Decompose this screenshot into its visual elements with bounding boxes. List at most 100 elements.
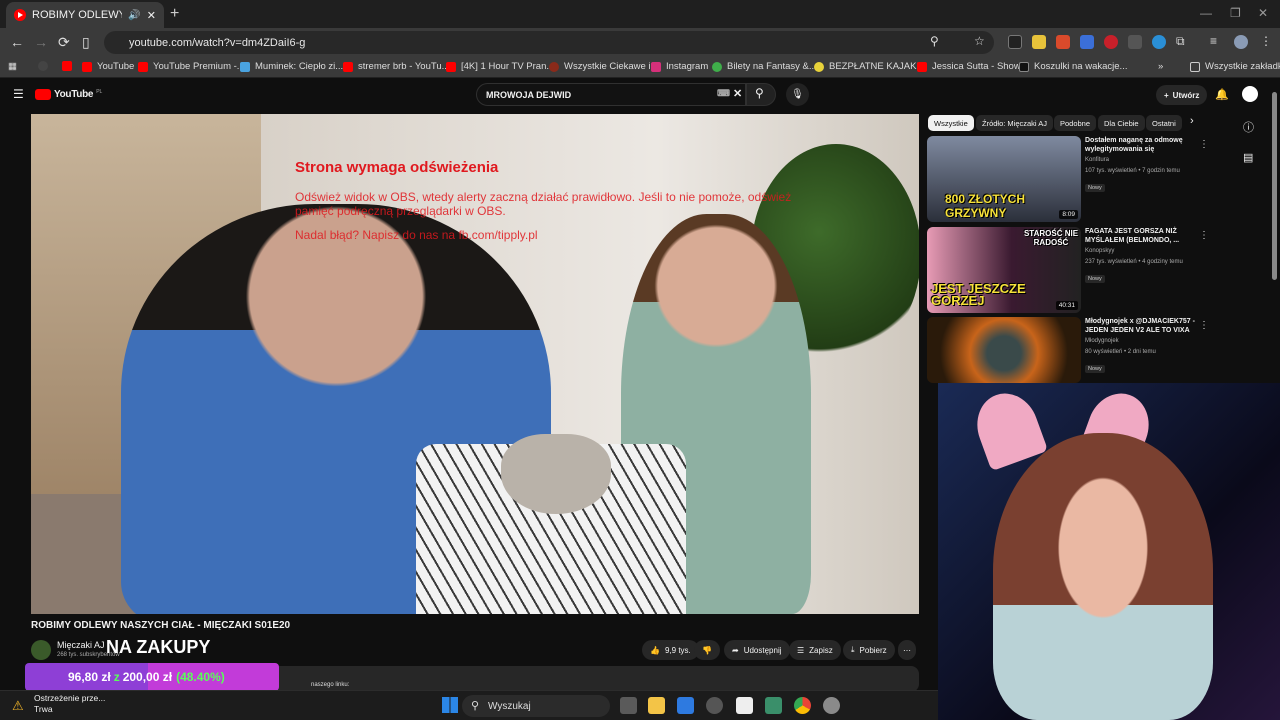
- recommendation-item[interactable]: 800 ZŁOTYCH GRZYWNY 8:09 Dostałem naganę…: [927, 136, 1277, 222]
- apps-grid-icon[interactable]: ▦: [8, 61, 17, 72]
- notepad-icon[interactable]: [736, 697, 753, 714]
- bookmark-item[interactable]: Bilety na Fantasy &...: [712, 61, 817, 72]
- more-bookmarks-icon[interactable]: »: [1158, 61, 1163, 72]
- task-view-icon[interactable]: [620, 697, 637, 714]
- close-tab-icon[interactable]: ✕: [147, 9, 156, 22]
- search-input[interactable]: MROWOJA DEJWID ⌨ ✕: [476, 83, 746, 106]
- bookmark-item[interactable]: Koszulki na wakacje...: [1019, 61, 1127, 72]
- keyboard-icon[interactable]: ⌨: [717, 88, 730, 99]
- description-text: naszego linku:: [311, 682, 350, 688]
- dislike-button[interactable]: 👎: [694, 640, 720, 660]
- bookmark-item[interactable]: Instagram: [651, 61, 708, 72]
- create-button[interactable]: + Utwórz: [1156, 85, 1208, 105]
- reload-icon[interactable]: ⟳: [58, 34, 70, 51]
- warning-notification[interactable]: Ostrzeżenie prze... Trwa: [34, 693, 105, 715]
- more-actions-button[interactable]: ⋯: [898, 640, 916, 660]
- stream-goal-label: NA ZAKUPY: [106, 637, 211, 657]
- bookmark-item[interactable]: stremer brb - YouTu...: [343, 61, 450, 72]
- voice-search-icon[interactable]: 🎙: [786, 83, 809, 106]
- like-count: 9,9 tys.: [664, 645, 691, 655]
- file-explorer-icon[interactable]: [648, 697, 665, 714]
- download-button[interactable]: ⤓ Pobierz: [843, 640, 895, 660]
- share-button[interactable]: ➦ Udostępnij: [724, 640, 790, 660]
- more-icon[interactable]: ⋮: [1199, 230, 1209, 241]
- extension-icon[interactable]: [1032, 35, 1046, 49]
- warning-icon[interactable]: ⚠: [12, 698, 24, 714]
- chip-for-you[interactable]: Dla Ciebie: [1098, 115, 1145, 131]
- minimize-icon[interactable]: —: [1200, 6, 1212, 20]
- notifications-bell-icon[interactable]: 🔔: [1215, 88, 1229, 101]
- more-icon[interactable]: ⋮: [1199, 320, 1209, 331]
- clear-search-icon[interactable]: ✕: [733, 87, 742, 100]
- browser-tab[interactable]: ROBIMY ODLEWY NASZYCH 🔊 ✕: [6, 2, 164, 28]
- info-icon[interactable]: ⓘ: [1243, 119, 1254, 135]
- scrollbar[interactable]: [1272, 92, 1277, 280]
- search-button[interactable]: ⚲: [746, 83, 776, 106]
- video-clay-cup: [501, 434, 611, 514]
- like-button[interactable]: 👍 9,9 tys.: [642, 640, 699, 660]
- store-icon[interactable]: [677, 697, 694, 714]
- tab-title: ROBIMY ODLEWY NASZYCH: [32, 9, 123, 21]
- bookmark-item[interactable]: [62, 61, 72, 71]
- all-bookmarks-folder[interactable]: Wszystkie zakładki: [1190, 61, 1280, 72]
- download-icon: ⤓: [851, 645, 855, 654]
- profile-avatar-icon[interactable]: [1234, 35, 1248, 49]
- chip-all[interactable]: Wszystkie: [928, 115, 974, 131]
- channel-avatar[interactable]: [31, 640, 51, 660]
- video-duration: 8:09: [1059, 210, 1078, 219]
- windows-start-icon[interactable]: [442, 697, 458, 713]
- extension-icon[interactable]: [1056, 35, 1070, 49]
- speaker-icon[interactable]: 🔊: [128, 10, 140, 21]
- bookmark-item[interactable]: [4K] 1 Hour TV Pran...: [446, 61, 554, 72]
- extension-icon[interactable]: [1080, 35, 1094, 49]
- recommendation-details: FAGATA JEST GORSZA NIŻ MYŚLAŁEM (BELMOND…: [1085, 227, 1195, 285]
- hamburger-menu-icon[interactable]: ☰: [13, 87, 24, 101]
- recommendation-thumbnail: [927, 317, 1081, 383]
- save-button[interactable]: ☰ Zapisz: [789, 640, 841, 660]
- bookmark-item[interactable]: YouTube: [82, 61, 134, 72]
- app-icon[interactable]: [765, 697, 782, 714]
- chip-similar[interactable]: Podobne: [1054, 115, 1097, 131]
- account-avatar[interactable]: [1242, 86, 1258, 102]
- extension-icon[interactable]: [1008, 35, 1022, 49]
- settings-gear-icon[interactable]: [823, 697, 840, 714]
- bookmark-item[interactable]: BEZPŁATNE KAJAKI...: [814, 61, 927, 72]
- new-tab-button[interactable]: +: [170, 5, 179, 23]
- url-bar[interactable]: youtube.com/watch?v=dm4ZDaiI6-g: [104, 31, 994, 54]
- bookmark-item[interactable]: YouTube Premium -...: [138, 61, 245, 72]
- recommendation-title: Dostałem naganę za odmowę wylegitymowani…: [1085, 137, 1183, 153]
- new-badge: Nowy: [1085, 365, 1105, 373]
- extension-icon[interactable]: [1152, 35, 1166, 49]
- more-icon[interactable]: ⋮: [1199, 139, 1209, 150]
- taskbar-search[interactable]: ⚲ Wyszukaj: [462, 695, 610, 717]
- back-icon[interactable]: ←: [10, 34, 24, 50]
- youtube-logo[interactable]: YouTube PL: [35, 89, 102, 100]
- media-icon[interactable]: ≡: [1210, 34, 1217, 48]
- more-icon: ⋯: [903, 645, 911, 655]
- app-icon[interactable]: [706, 697, 723, 714]
- close-window-icon[interactable]: ✕: [1258, 6, 1268, 20]
- extension-icon[interactable]: [1104, 35, 1118, 49]
- bookmark-item[interactable]: Wszystkie Ciekawe i...: [549, 61, 659, 72]
- extensions-puzzle-icon[interactable]: ⧉: [1176, 34, 1185, 49]
- webcam-overlay: [938, 383, 1280, 720]
- bookmark-star-icon[interactable]: ☆: [974, 34, 985, 48]
- chip-source[interactable]: Źródło: Mięczaki AJ: [976, 115, 1054, 131]
- maximize-icon[interactable]: ❐: [1230, 6, 1241, 20]
- chip-recent[interactable]: Ostatni: [1146, 115, 1182, 131]
- extension-icon[interactable]: [1128, 35, 1142, 49]
- bookmark-item[interactable]: [38, 61, 48, 71]
- chrome-icon[interactable]: [794, 697, 811, 714]
- forward-icon[interactable]: →: [34, 34, 48, 50]
- recommendation-item[interactable]: STAROŚĆ NIE RADOŚĆ JEST JESZCZE GORZEJ 4…: [927, 227, 1277, 313]
- bookmark-item[interactable]: Muminek: Ciepło zi...: [240, 61, 343, 72]
- channel-name[interactable]: Mięczaki AJ: [57, 640, 105, 650]
- sidepanel-icon[interactable]: ▯: [82, 34, 90, 51]
- donation-goal: 200,00 zł: [122, 670, 173, 684]
- chips-next-icon[interactable]: ›: [1190, 115, 1194, 127]
- video-player[interactable]: Strona wymaga odświeżenia Odśwież widok …: [31, 114, 919, 614]
- bookmark-label: Muminek: Ciepło zi...: [255, 61, 344, 72]
- zoom-icon[interactable]: ⚲: [930, 34, 939, 48]
- browser-menu-icon[interactable]: ⋮: [1260, 34, 1272, 48]
- bookmark-item[interactable]: Jessica Sutta - Show...: [917, 61, 1028, 72]
